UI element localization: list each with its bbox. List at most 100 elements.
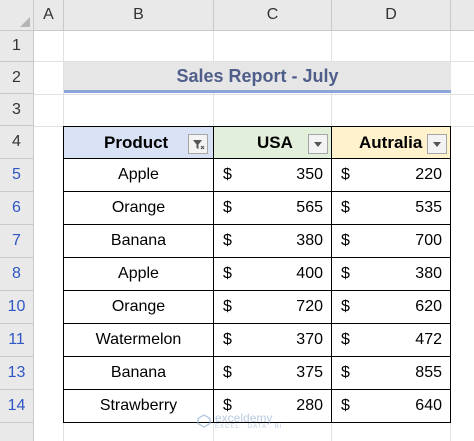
currency-symbol: $	[341, 397, 350, 414]
column-header-label: D	[385, 6, 397, 23]
currency-symbol: $	[223, 232, 232, 249]
cell-product[interactable]: Orange	[63, 291, 214, 324]
product-value: Strawberry	[99, 397, 178, 414]
product-value: Watermelon	[95, 331, 182, 348]
row-header-3[interactable]: 3	[0, 94, 34, 126]
cell-australia[interactable]: $535	[332, 192, 451, 225]
usa-value: 375	[296, 364, 323, 381]
cell-usa[interactable]: $720	[214, 291, 332, 324]
select-all-triangle-icon	[20, 17, 30, 27]
usa-value: 370	[296, 331, 323, 348]
row-header-6[interactable]: 6	[0, 192, 34, 225]
product-value: Banana	[110, 364, 167, 381]
row-header-11[interactable]: 11	[0, 324, 34, 357]
australia-value: 535	[415, 199, 442, 216]
cell-australia[interactable]: $472	[332, 324, 451, 357]
currency-symbol: $	[341, 298, 350, 315]
cell-product[interactable]: Banana	[63, 225, 214, 258]
usa-value: 350	[296, 166, 323, 183]
product-value: Apple	[118, 166, 159, 183]
column-header-label: C	[266, 6, 279, 23]
cell-australia[interactable]: $855	[332, 357, 451, 390]
australia-value: 220	[415, 166, 442, 183]
usa-value: 380	[296, 232, 323, 249]
cell-australia[interactable]: $380	[332, 258, 451, 291]
cell-australia[interactable]: $640	[332, 390, 451, 423]
watermark-brand: exceldemy	[215, 411, 273, 425]
usa-value: 720	[296, 298, 323, 315]
column-header-b[interactable]: B	[64, 0, 214, 31]
product-value: Apple	[118, 265, 159, 282]
cell-usa[interactable]: $565	[214, 192, 332, 225]
cell-usa[interactable]: $375	[214, 357, 332, 390]
currency-symbol: $	[341, 364, 350, 381]
cell-usa[interactable]: $350	[214, 159, 332, 192]
cell-product[interactable]: Watermelon	[63, 324, 214, 357]
cell-australia[interactable]: $700	[332, 225, 451, 258]
column-header-e[interactable]	[451, 0, 474, 31]
row-header-label: 6	[12, 199, 21, 216]
cell-australia[interactable]: $220	[332, 159, 451, 192]
row-header-1[interactable]: 1	[0, 31, 34, 62]
cell-usa[interactable]: $370	[214, 324, 332, 357]
dropdown-arrow-icon[interactable]	[308, 134, 328, 154]
product-value: Orange	[111, 199, 166, 216]
currency-symbol: $	[341, 166, 350, 183]
header-usa-label: USA	[257, 132, 293, 152]
header-cell-product[interactable]: Product	[63, 126, 214, 159]
cell-usa[interactable]: $400	[214, 258, 332, 291]
row-header-label: 1	[12, 37, 21, 54]
currency-symbol: $	[223, 199, 232, 216]
row-header-next[interactable]	[0, 423, 34, 441]
currency-symbol: $	[223, 298, 232, 315]
row-header-10[interactable]: 10	[0, 291, 34, 324]
row-header-label: 11	[8, 331, 25, 348]
row-header-7[interactable]: 7	[0, 225, 34, 258]
row-header-8[interactable]: 8	[0, 258, 34, 291]
row-header-5[interactable]: 5	[0, 159, 34, 192]
row-header-4[interactable]: 4	[0, 126, 34, 159]
watermark-tagline: EXCEL · DATA · BI	[215, 424, 283, 430]
column-header-c[interactable]: C	[214, 0, 332, 31]
row-header-14[interactable]: 14	[0, 390, 34, 423]
australia-value: 380	[415, 265, 442, 282]
gridline	[34, 94, 474, 95]
select-all-corner[interactable]	[0, 0, 34, 31]
report-title[interactable]: Sales Report - July	[64, 62, 451, 93]
australia-value: 472	[415, 331, 442, 348]
cell-usa[interactable]: $380	[214, 225, 332, 258]
usa-value: 400	[296, 265, 323, 282]
column-header-a[interactable]: A	[34, 0, 64, 31]
header-cell-usa[interactable]: USA	[214, 126, 332, 159]
usa-value: 280	[296, 397, 323, 414]
currency-symbol: $	[223, 331, 232, 348]
row-header-label: 7	[12, 232, 21, 249]
watermark-logo-icon	[197, 414, 211, 428]
row-header-2[interactable]: 2	[0, 62, 34, 94]
watermark: exceldemy EXCEL · DATA · BI	[197, 412, 283, 430]
product-value: Orange	[111, 298, 166, 315]
australia-value: 700	[415, 232, 442, 249]
row-header-13[interactable]: 13	[0, 357, 34, 390]
usa-value: 565	[296, 199, 323, 216]
cell-product[interactable]: Strawberry	[63, 390, 214, 423]
cell-product[interactable]: Banana	[63, 357, 214, 390]
row-header-label: 10	[7, 298, 26, 315]
row-header-label: 5	[12, 166, 21, 183]
row-header-label: 13	[7, 364, 26, 381]
cell-product[interactable]: Orange	[63, 192, 214, 225]
row-header-label: 14	[7, 397, 26, 414]
column-header-d[interactable]: D	[332, 0, 451, 31]
report-title-text: Sales Report - July	[176, 65, 339, 86]
australia-value: 855	[415, 364, 442, 381]
cell-product[interactable]: Apple	[63, 159, 214, 192]
header-cell-australia[interactable]: Autralia	[332, 126, 451, 159]
currency-symbol: $	[223, 364, 232, 381]
australia-value: 620	[415, 298, 442, 315]
currency-symbol: $	[223, 166, 232, 183]
filter-funnel-icon[interactable]	[188, 134, 208, 154]
row-header-label: 3	[12, 100, 21, 118]
cell-product[interactable]: Apple	[63, 258, 214, 291]
cell-australia[interactable]: $620	[332, 291, 451, 324]
dropdown-arrow-icon[interactable]	[427, 134, 447, 154]
